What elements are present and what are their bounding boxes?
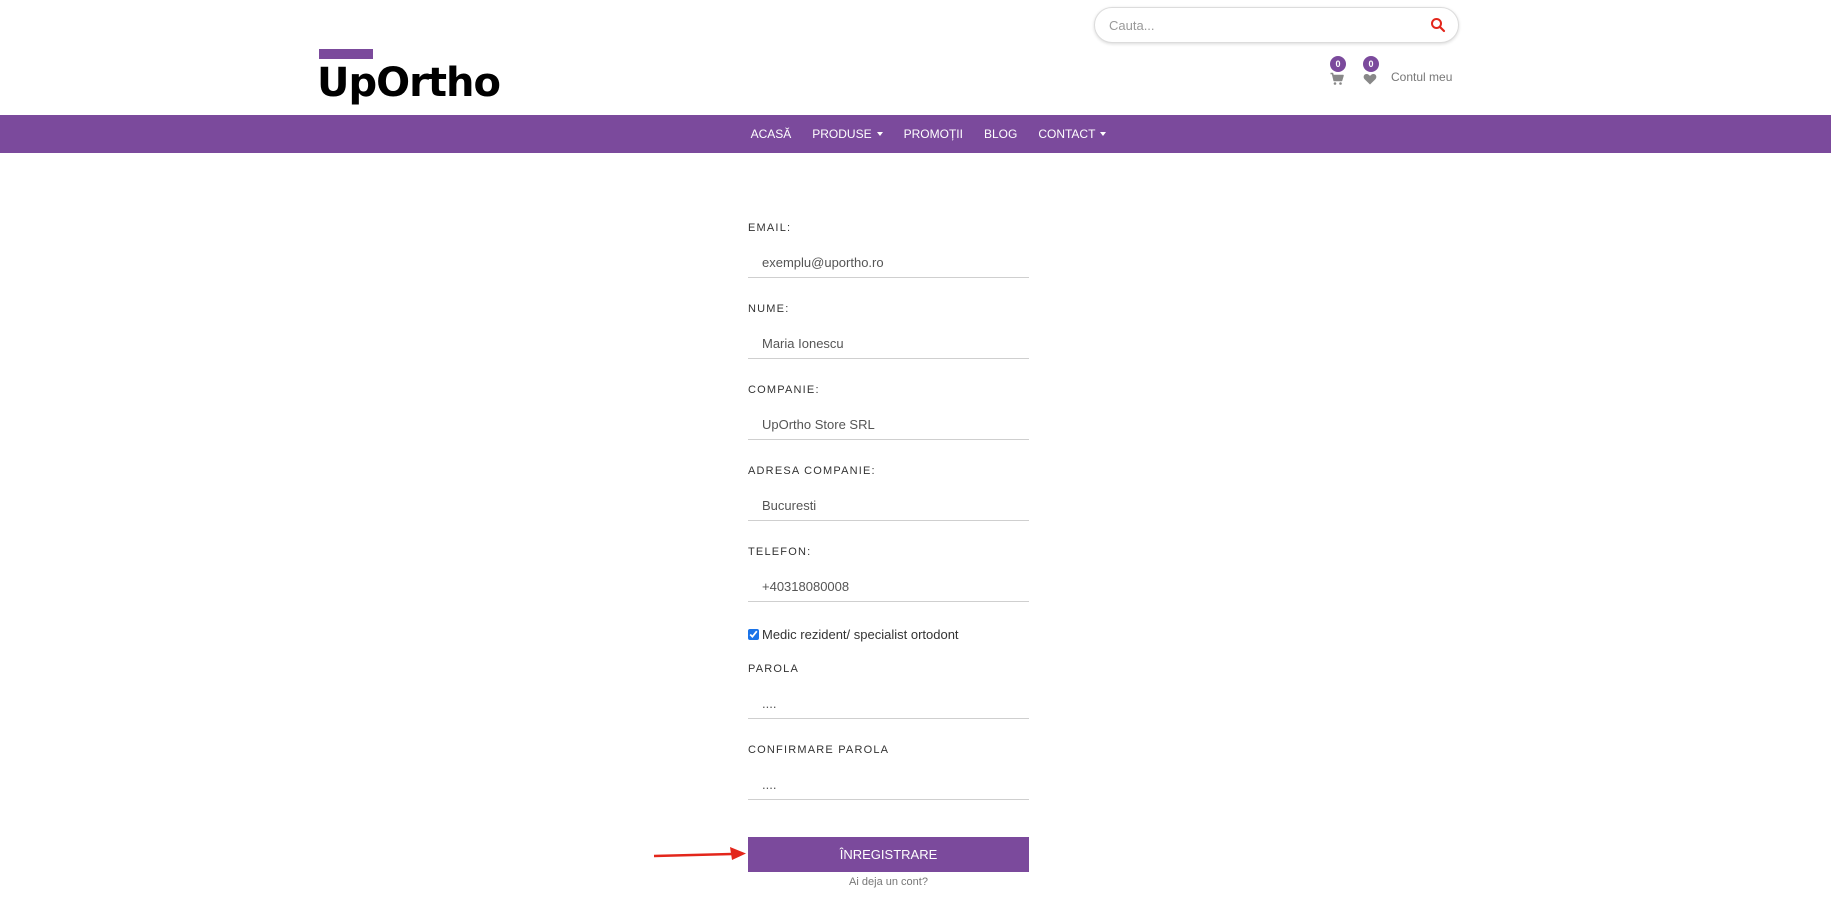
name-label: NUME: [748, 303, 790, 315]
password-field[interactable] [748, 689, 1029, 719]
caret-down-icon [876, 132, 883, 136]
nav-item-produse[interactable]: PRODUSE [812, 127, 883, 141]
company-address-field[interactable] [748, 491, 1029, 521]
caret-down-icon [1100, 132, 1107, 136]
name-field-group: NUME: [748, 303, 1029, 384]
phone-field-group: TELEFON: [748, 546, 1029, 625]
cart-count-badge: 0 [1330, 56, 1346, 72]
nav-item-promotii[interactable]: PROMOȚII [904, 127, 963, 141]
registration-form: EMAIL: NUME: COMPANIE: ADRESA COMPANIE: … [748, 222, 1029, 825]
heart-icon [1363, 73, 1377, 85]
confirm-password-label: CONFIRMARE PAROLA [748, 744, 890, 756]
nav-item-label: BLOG [983, 127, 1018, 141]
account-link[interactable]: Contul meu [1391, 70, 1452, 84]
name-field[interactable] [748, 329, 1029, 359]
specialist-checkbox-label[interactable]: Medic rezident/ specialist ortodont [762, 627, 959, 642]
nav-item-blog[interactable]: BLOG [984, 127, 1017, 141]
cart-button[interactable]: 0 [1328, 56, 1348, 88]
password-label: PAROLA [748, 663, 800, 675]
confirm-password-field-group: CONFIRMARE PAROLA [748, 744, 1029, 825]
confirm-password-field[interactable] [748, 770, 1029, 800]
password-field-group: PAROLA [748, 663, 1029, 744]
cart-icon [1330, 72, 1344, 85]
red-arrow-icon [653, 847, 746, 860]
company-address-field-group: ADRESA COMPANIE: [748, 465, 1029, 546]
main-navbar: ACASĂ PRODUSE PROMOȚII BLOG CONTACT [0, 115, 1831, 153]
nav-item-label: ACASĂ [750, 127, 792, 141]
phone-label: TELEFON: [748, 546, 812, 558]
specialist-checkbox-row: Medic rezident/ specialist ortodont [748, 625, 1029, 663]
specialist-checkbox[interactable] [748, 629, 759, 640]
search-icon[interactable] [1430, 17, 1446, 33]
nav-list: ACASĂ PRODUSE PROMOȚII BLOG CONTACT [0, 115, 1831, 153]
company-field-group: COMPANIE: [748, 384, 1029, 465]
company-address-label: ADRESA COMPANIE: [748, 465, 876, 477]
nav-item-label: PROMOȚII [903, 127, 963, 141]
wishlist-button[interactable]: 0 [1361, 56, 1381, 88]
company-label: COMPANIE: [748, 384, 820, 396]
company-field[interactable] [748, 410, 1029, 440]
email-field-group: EMAIL: [748, 222, 1029, 303]
search-input[interactable] [1109, 8, 1419, 42]
existing-account-link[interactable]: Ai deja un cont? [748, 876, 1029, 888]
nav-item-acasa[interactable]: ACASĂ [751, 127, 792, 141]
nav-item-contact[interactable]: CONTACT [1038, 127, 1107, 141]
email-field[interactable] [748, 248, 1029, 278]
logo[interactable]: UpOrtho [317, 49, 501, 109]
logo-bar [319, 49, 373, 59]
page: UpOrtho 0 0 Contul meu ACASĂ PRODUSE [0, 0, 1831, 912]
wishlist-count-badge: 0 [1363, 56, 1379, 72]
email-label: EMAIL: [748, 222, 792, 234]
logo-text: UpOrtho [317, 60, 501, 106]
search-box[interactable] [1094, 7, 1459, 43]
nav-item-label: CONTACT [1038, 127, 1096, 141]
register-button[interactable]: ÎNREGISTRARE [748, 837, 1029, 872]
phone-field[interactable] [748, 572, 1029, 602]
nav-item-label: PRODUSE [812, 127, 872, 141]
